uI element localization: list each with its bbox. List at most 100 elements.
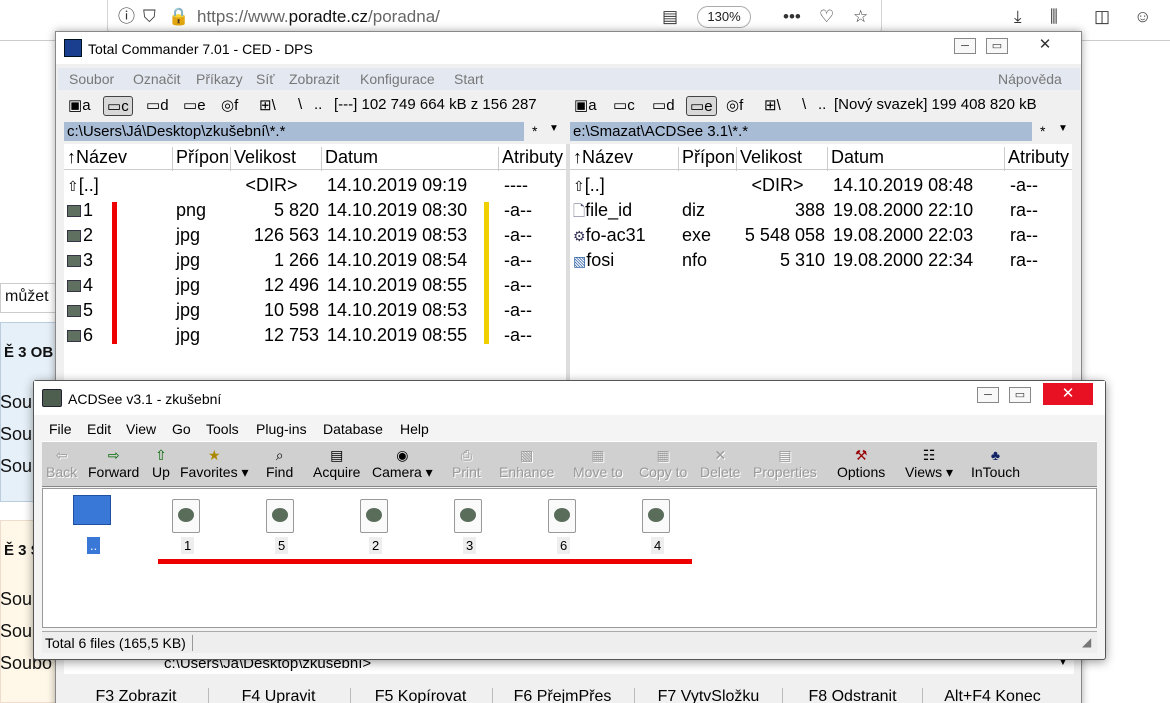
shield-icon[interactable]: ⛉ xyxy=(143,7,156,27)
drive-c-button[interactable]: ▭c xyxy=(613,96,635,114)
file-row[interactable]: 5 jpg 10 598 14.10.2019 08:53 -a-- xyxy=(64,298,566,323)
enhance-button[interactable]: ▧ Enhance xyxy=(499,446,554,480)
menu-help[interactable]: Help xyxy=(400,421,429,437)
filter-label[interactable]: * xyxy=(532,123,537,139)
file-row[interactable]: ⇧[..] <DIR> 14.10.2019 08:48 -a-- xyxy=(570,173,1072,198)
drive-f-button[interactable]: ◎f xyxy=(221,96,238,114)
image-thumbnail[interactable] xyxy=(454,499,482,533)
menu-edit[interactable]: Edit xyxy=(87,421,111,437)
drive-d-button[interactable]: ▭d xyxy=(146,96,169,114)
file-row[interactable]: 🗋file_id diz 388 19.08.2000 22:10 ra-- xyxy=(570,198,1072,223)
file-row[interactable]: ⚙fo-ac31 exe 5 548 058 19.08.2000 22:03 … xyxy=(570,223,1072,248)
drive-e-button[interactable]: ▭e xyxy=(686,96,717,116)
menu-tools[interactable]: Tools xyxy=(206,421,239,437)
file-row[interactable]: 3 jpg 1 266 14.10.2019 08:54 -a-- xyxy=(64,248,566,273)
find-button[interactable]: ⌕ Find xyxy=(266,446,293,480)
f5-button[interactable]: F5 Kopírovat xyxy=(350,688,490,703)
image-thumbnail[interactable] xyxy=(266,499,294,533)
minimize-button[interactable]: ─ xyxy=(977,387,999,403)
file-row[interactable]: ⇧[..] <DIR> 14.10.2019 09:19 ---- xyxy=(64,173,566,198)
col-ext[interactable]: Přípon xyxy=(679,147,737,171)
up-button[interactable]: .. xyxy=(314,96,322,113)
col-name[interactable]: ↑Název xyxy=(570,147,679,171)
menu-napoveda[interactable]: Nápověda xyxy=(998,71,1062,87)
pocket-icon[interactable]: ♡ xyxy=(819,7,834,27)
drive-f-button[interactable]: ◎f xyxy=(726,96,743,114)
drive-e-button[interactable]: ▭e xyxy=(183,96,206,114)
views-button[interactable]: ☷ Views ▾ xyxy=(905,446,953,481)
network-button[interactable]: ⊞\ xyxy=(764,96,781,114)
menu-zobrazit[interactable]: Zobrazit xyxy=(289,71,340,87)
col-attr[interactable]: Atributy xyxy=(1005,147,1072,171)
col-size[interactable]: Velikost xyxy=(737,147,828,171)
parent-folder-thumbnail[interactable] xyxy=(73,495,111,525)
account-icon[interactable]: ☺ xyxy=(1134,7,1151,27)
drive-c-button[interactable]: ▭c xyxy=(103,96,133,116)
left-path-bar[interactable]: c:\Users\Já\Desktop\zkušební\*.* xyxy=(64,122,524,141)
drive-d-button[interactable]: ▭d xyxy=(652,96,675,114)
more-icon[interactable]: ••• xyxy=(783,7,801,27)
panel-splitter[interactable] xyxy=(566,144,570,384)
right-path-bar[interactable]: e:\Smazat\ACDSee 3.1\*.* xyxy=(570,122,1032,141)
history-dropdown-icon[interactable]: ▼ xyxy=(549,123,559,134)
col-date[interactable]: Datum xyxy=(828,147,1005,171)
acquire-button[interactable]: ▤ Acquire xyxy=(313,446,360,480)
library-icon[interactable]: ⫼ xyxy=(1050,7,1058,27)
file-row[interactable]: 4 jpg 12 496 14.10.2019 08:55 -a-- xyxy=(64,273,566,298)
favorites-button[interactable]: ★ Favorites ▾ xyxy=(180,446,249,481)
menu-go[interactable]: Go xyxy=(172,421,191,437)
menu-file[interactable]: File xyxy=(49,421,72,437)
download-icon[interactable]: ⤓ xyxy=(1014,7,1022,27)
minimize-button[interactable]: ─ xyxy=(954,38,976,54)
forward-button[interactable]: ⇨ Forward xyxy=(88,446,139,480)
camera-button[interactable]: ◉ Camera ▾ xyxy=(372,446,433,481)
menu-plugins[interactable]: Plug-ins xyxy=(256,421,307,437)
back-button[interactable]: ⇦ Back xyxy=(46,446,77,480)
close-button[interactable]: ✕ xyxy=(1034,37,1056,54)
lock-icon[interactable]: 🔒 xyxy=(168,7,189,27)
network-button[interactable]: ⊞\ xyxy=(259,96,276,114)
file-row[interactable]: 6 jpg 12 753 14.10.2019 08:55 -a-- xyxy=(64,323,566,348)
f8-button[interactable]: F8 Odstranit xyxy=(782,688,922,703)
file-row[interactable]: ▧fosi nfo 5 310 19.08.2000 22:34 ra-- xyxy=(570,248,1072,273)
up-button[interactable]: .. xyxy=(818,96,826,113)
drive-a-button[interactable]: ▣a xyxy=(574,96,597,114)
resize-grip-icon[interactable]: ◢ xyxy=(1082,635,1091,649)
image-thumbnail[interactable] xyxy=(360,499,388,533)
sidebar-icon[interactable]: ◫ xyxy=(1094,7,1110,27)
bookmark-star-icon[interactable]: ☆ xyxy=(853,7,868,27)
menu-soubor[interactable]: Soubor xyxy=(69,71,114,87)
right-file-panel[interactable]: ↑Název Přípon Velikost Datum Atributy ⇧[… xyxy=(570,144,1072,384)
f3-button[interactable]: F3 Zobrazit xyxy=(66,688,206,703)
alt-f4-button[interactable]: Alt+F4 Konec xyxy=(922,688,1062,703)
col-attr[interactable]: Atributy xyxy=(499,147,566,171)
file-row[interactable]: 2 jpg 126 563 14.10.2019 08:53 -a-- xyxy=(64,223,566,248)
image-thumbnail[interactable] xyxy=(642,499,670,533)
root-button[interactable]: \ xyxy=(298,96,302,113)
menu-konfigurace[interactable]: Konfigurace xyxy=(360,71,435,87)
reader-view-icon[interactable]: ▤ xyxy=(662,7,678,27)
filter-label[interactable]: * xyxy=(1040,123,1045,139)
menu-prikazy[interactable]: Příkazy xyxy=(196,71,243,87)
up-button[interactable]: ⇧ Up xyxy=(152,446,170,480)
menu-start[interactable]: Start xyxy=(454,71,484,87)
intouch-button[interactable]: ♣ InTouch xyxy=(971,446,1020,480)
close-button[interactable]: ✕ xyxy=(1043,383,1093,405)
f7-button[interactable]: F7 VytvSložku xyxy=(634,688,782,703)
properties-button[interactable]: ▤ Properties xyxy=(753,446,817,480)
thumbnail-view[interactable]: .. 1 5 2 3 6 4 xyxy=(42,488,1097,628)
left-file-panel[interactable]: ↑Název Přípon Velikost Datum Atributy ⇧[… xyxy=(64,144,566,384)
move-to-button[interactable]: ▦ Move to xyxy=(573,446,623,480)
menu-view[interactable]: View xyxy=(126,421,156,437)
col-name[interactable]: ↑Název xyxy=(64,147,173,171)
drive-a-button[interactable]: ▣a xyxy=(68,96,91,114)
info-icon[interactable]: ⓘ xyxy=(118,7,135,27)
f4-button[interactable]: F4 Upravit xyxy=(208,688,348,703)
file-row[interactable]: 1 png 5 820 14.10.2019 08:30 -a-- xyxy=(64,198,566,223)
root-button[interactable]: \ xyxy=(802,96,806,113)
f6-button[interactable]: F6 PřejmPřes xyxy=(492,688,632,703)
print-button[interactable]: ⎙ Print xyxy=(452,446,481,480)
maximize-button[interactable]: ▭ xyxy=(986,38,1008,54)
col-size[interactable]: Velikost xyxy=(231,147,322,171)
zoom-badge[interactable]: 130% xyxy=(697,6,751,28)
